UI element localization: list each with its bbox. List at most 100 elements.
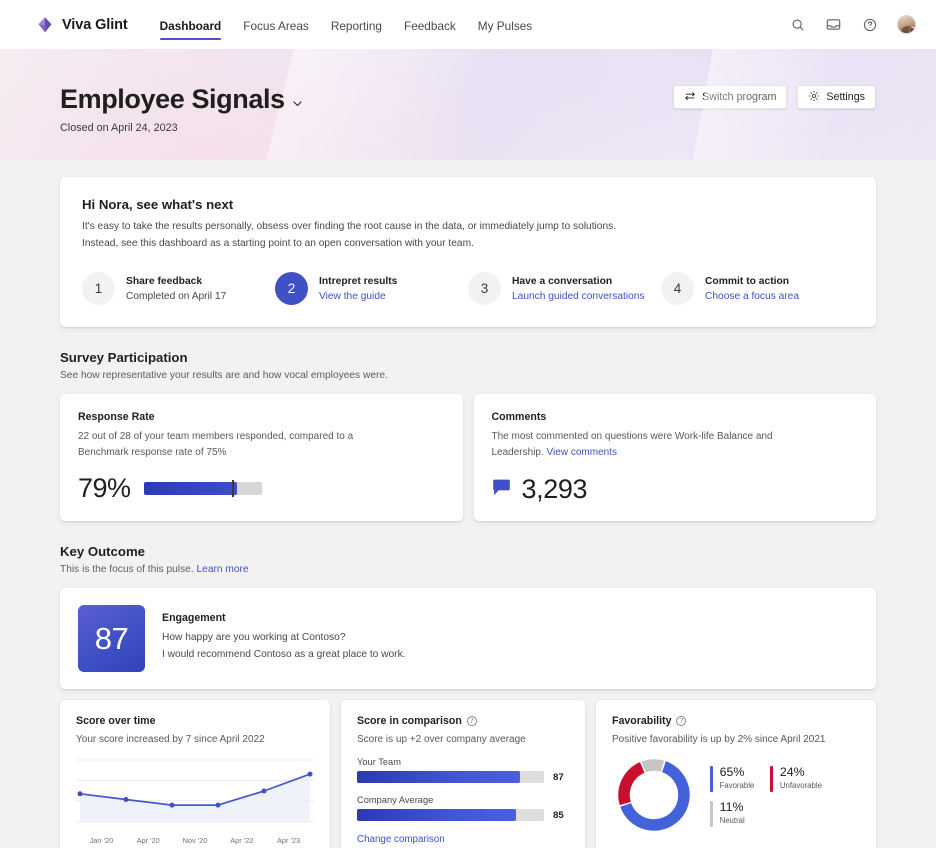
response-rate-progress-bar [143, 480, 262, 498]
nav-tab-feedback[interactable]: Feedback [404, 0, 456, 49]
favorability-title: Favorability [612, 715, 672, 728]
legend-label-neutral: Neutral [719, 815, 745, 825]
key-outcome-card: 87 Engagement How happy are you working … [60, 588, 876, 690]
key-outcome-question-2: I would recommend Contoso as a great pla… [162, 649, 406, 661]
help-icon[interactable] [861, 16, 878, 33]
step-item-1: 1 Share feedback Completed on April 17 [82, 272, 275, 306]
step-name-3: Have a conversation [512, 275, 613, 287]
next-steps-title: Hi Nora, see what's next [82, 197, 234, 212]
nav-right-actions [789, 15, 916, 34]
key-outcome-subtitle: This is the focus of this pulse. Learn m… [60, 564, 876, 575]
favorability-legend: 65% Favorable 24% Unfavorable 11% Neutra… [710, 764, 860, 827]
step-number-1: 1 [82, 272, 115, 306]
step-link-view-the-guide[interactable]: View the guide [319, 291, 397, 302]
comparison-bar-row-your-team: 87 [357, 771, 569, 784]
legend-swatch-neutral [710, 800, 713, 827]
score-in-comparison-title: Score in comparison [357, 715, 462, 728]
step-item-4: 4 Commit to action Choose a focus area [661, 272, 854, 306]
search-icon[interactable] [789, 16, 806, 33]
hero-banner: Employee Signals Closed on April 24, 202… [0, 49, 936, 160]
switch-icon [684, 90, 696, 105]
survey-participation-section-header: Survey Participation See how representat… [60, 350, 876, 381]
x-axis-tick: Apr '22 [230, 836, 254, 846]
settings-button[interactable]: Settings [797, 85, 876, 109]
response-rate-desc-line1: 22 out of 28 of your team members respon… [78, 431, 354, 443]
comments-count: 3,293 [521, 474, 588, 505]
program-status: Closed on April 24, 2023 [60, 122, 178, 135]
response-rate-desc-line2: Benchmark response rate of 75% [78, 447, 227, 459]
legend-item-favorable: 65% Favorable [710, 765, 754, 792]
donut-segment-neutral [641, 759, 665, 773]
score-over-time-header: Score over time [76, 715, 314, 727]
score-over-time-x-axis: Jan '20 Apr '20 Nov '20 Apr '22 Apr '23 [76, 836, 314, 845]
response-rate-progress-fill [143, 482, 237, 496]
switch-program-label: Switch program [702, 91, 777, 103]
chevron-down-icon[interactable] [291, 97, 304, 110]
step-name-2: Intrepret results [319, 275, 398, 287]
info-icon[interactable]: ? [466, 716, 477, 727]
x-axis-tick: Jan '20 [89, 836, 114, 846]
change-comparison-link[interactable]: Change comparison [357, 834, 569, 845]
learn-more-link[interactable]: Learn more [196, 564, 248, 575]
favorability-donut-chart [618, 759, 690, 832]
nav-tab-my-pulses[interactable]: My Pulses [478, 0, 532, 49]
response-rate-benchmark-marker [232, 480, 234, 498]
comparison-fill-your-team [357, 771, 520, 784]
score-over-time-card: Score over time Your score increased by … [60, 700, 330, 848]
nav-tab-dashboard[interactable]: Dashboard [159, 0, 222, 49]
response-rate-meter-row: 79% [78, 475, 445, 502]
comparison-bar-your-team: Your Team 87 [357, 757, 569, 784]
brand-logo[interactable]: Viva Glint [36, 16, 128, 34]
legend-value-neutral: 11% [719, 799, 744, 814]
step-link-choose-a-focus-area[interactable]: Choose a focus area [705, 291, 799, 302]
comparison-bar-company-average: Company Average 85 [357, 795, 569, 822]
survey-participation-title: Survey Participation [60, 350, 188, 366]
participation-cards-row: Response Rate 22 out of 28 of your team … [60, 394, 876, 522]
survey-participation-subtitle: See how representative your results are … [60, 370, 388, 382]
settings-label: Settings [826, 91, 865, 103]
step-name-4: Commit to action [705, 275, 790, 287]
next-steps-body: It's easy to take the results personally… [82, 219, 854, 252]
next-steps-body-line2: Instead, see this dashboard as a startin… [82, 237, 474, 249]
avatar[interactable] [897, 15, 916, 34]
nav-tab-dashboard-label: Dashboard [159, 18, 222, 33]
gear-icon [808, 90, 820, 105]
nav-tab-reporting[interactable]: Reporting [331, 0, 382, 49]
score-over-time-subtitle: Your score increased by 7 since April 20… [76, 734, 265, 746]
switch-program-button[interactable]: Switch program [673, 85, 788, 109]
comments-count-row: 3,293 [492, 476, 859, 503]
x-axis-tick: Apr '20 [136, 836, 160, 846]
brand-name: Viva Glint [62, 16, 128, 33]
charts-row: Score over time Your score increased by … [60, 700, 876, 848]
nav-tab-feedback-label: Feedback [403, 18, 456, 33]
response-rate-title: Response Rate [78, 411, 155, 424]
score-in-comparison-card: Score in comparison ? Score is up +2 ove… [341, 700, 585, 848]
primary-nav: Dashboard Focus Areas Reporting Feedback… [159, 0, 532, 49]
step-link-launch-guided-conversations[interactable]: Launch guided conversations [512, 291, 645, 302]
favorability-subtitle: Positive favorability is up by 2% since … [612, 734, 826, 746]
comparison-value-company-average: 85 [553, 809, 564, 821]
comment-bubble-icon [492, 479, 511, 501]
legend-swatch-favorable [710, 765, 713, 792]
key-outcome-question-1: How happy are you working at Contoso? [162, 632, 346, 644]
comparison-value-your-team: 87 [553, 771, 564, 783]
page-title: Employee Signals [60, 84, 285, 114]
step-item-3: 3 Have a conversation Launch guided conv… [468, 272, 661, 306]
nav-tab-focus-areas[interactable]: Focus Areas [243, 0, 309, 49]
score-over-time-svg [76, 759, 314, 823]
comparison-label-company-average: Company Average [357, 795, 434, 806]
key-outcome-name: Engagement [162, 612, 226, 625]
info-icon[interactable]: ? [676, 716, 687, 727]
favorability-content: 65% Favorable 24% Unfavorable 11% Neutra… [612, 753, 860, 837]
favorability-header: Favorability ? [612, 715, 860, 727]
key-outcome-title: Key Outcome [60, 544, 146, 560]
key-outcome-score-tile: 87 [78, 605, 145, 673]
view-comments-link[interactable]: View comments [547, 447, 617, 458]
response-rate-card: Response Rate 22 out of 28 of your team … [60, 394, 463, 522]
response-rate-description: 22 out of 28 of your team members respon… [78, 429, 445, 461]
step-item-2: 2 Intrepret results View the guide [275, 272, 468, 306]
x-axis-tick: Nov '20 [182, 836, 208, 846]
app-root: Viva Glint Dashboard Focus Areas Reporti… [0, 0, 936, 848]
nav-tab-my-pulses-label: My Pulses [477, 18, 533, 33]
inbox-icon[interactable] [825, 16, 842, 33]
